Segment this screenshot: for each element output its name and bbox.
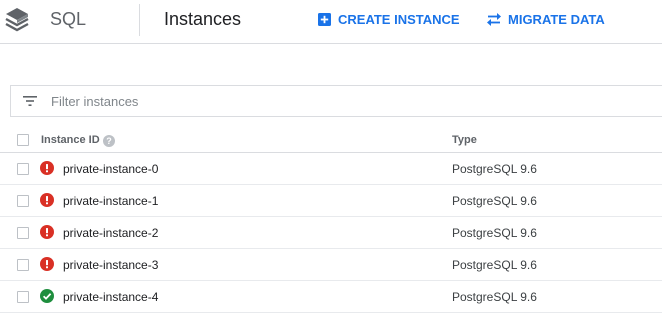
- row-checkbox[interactable]: [17, 291, 29, 303]
- filter-list-icon: [23, 94, 37, 112]
- top-bar: SQL Instances CREATE INSTANCE MIGRATE DA…: [0, 0, 662, 44]
- product-name[interactable]: SQL: [50, 9, 86, 30]
- header-divider: [139, 4, 140, 36]
- error-icon: [40, 161, 54, 175]
- instance-type: PostgreSQL 9.6: [452, 162, 537, 176]
- row-checkbox[interactable]: [17, 227, 29, 239]
- row-checkbox[interactable]: [17, 259, 29, 271]
- instance-name[interactable]: private-instance-1: [63, 194, 158, 208]
- error-icon: [40, 193, 54, 207]
- filter-input[interactable]: [51, 86, 451, 116]
- table-row[interactable]: private-instance-2 PostgreSQL 9.6: [0, 217, 662, 249]
- page-title: Instances: [164, 9, 242, 29]
- instance-name[interactable]: private-instance-4: [63, 290, 158, 304]
- filter-bar: [10, 85, 662, 117]
- instance-type: PostgreSQL 9.6: [452, 290, 537, 304]
- create-instance-label: CREATE INSTANCE: [338, 12, 460, 27]
- instance-type: PostgreSQL 9.6: [452, 258, 537, 272]
- instance-type: PostgreSQL 9.6: [452, 194, 537, 208]
- check-circle-icon: [40, 289, 54, 303]
- row-checkbox[interactable]: [17, 163, 29, 175]
- svg-text:?: ?: [106, 136, 112, 146]
- error-icon: [40, 257, 54, 271]
- table-row[interactable]: private-instance-3 PostgreSQL 9.6: [0, 249, 662, 281]
- instance-name[interactable]: private-instance-0: [63, 162, 158, 176]
- instance-name[interactable]: private-instance-2: [63, 226, 158, 240]
- migrate-data-label: MIGRATE DATA: [508, 12, 605, 27]
- table-row[interactable]: private-instance-1 PostgreSQL 9.6: [0, 185, 662, 217]
- swap-arrows-icon: [487, 13, 501, 26]
- select-all-checkbox[interactable]: [17, 134, 29, 146]
- cloud-sql-icon[interactable]: [4, 6, 30, 34]
- instance-type: PostgreSQL 9.6: [452, 226, 537, 240]
- column-header-type[interactable]: Type: [452, 134, 477, 146]
- error-icon: [40, 225, 54, 239]
- instance-name[interactable]: private-instance-3: [63, 258, 158, 272]
- table-row[interactable]: private-instance-0 PostgreSQL 9.6: [0, 153, 662, 185]
- table-header: Instance ID ? Type: [0, 128, 662, 153]
- table-row[interactable]: private-instance-4 PostgreSQL 9.6: [0, 281, 662, 313]
- create-instance-button[interactable]: CREATE INSTANCE: [318, 12, 460, 27]
- row-checkbox[interactable]: [17, 195, 29, 207]
- help-icon[interactable]: ?: [103, 134, 115, 152]
- migrate-data-button[interactable]: MIGRATE DATA: [487, 12, 605, 27]
- add-box-icon: [318, 13, 331, 26]
- column-header-instance-id[interactable]: Instance ID: [41, 134, 100, 146]
